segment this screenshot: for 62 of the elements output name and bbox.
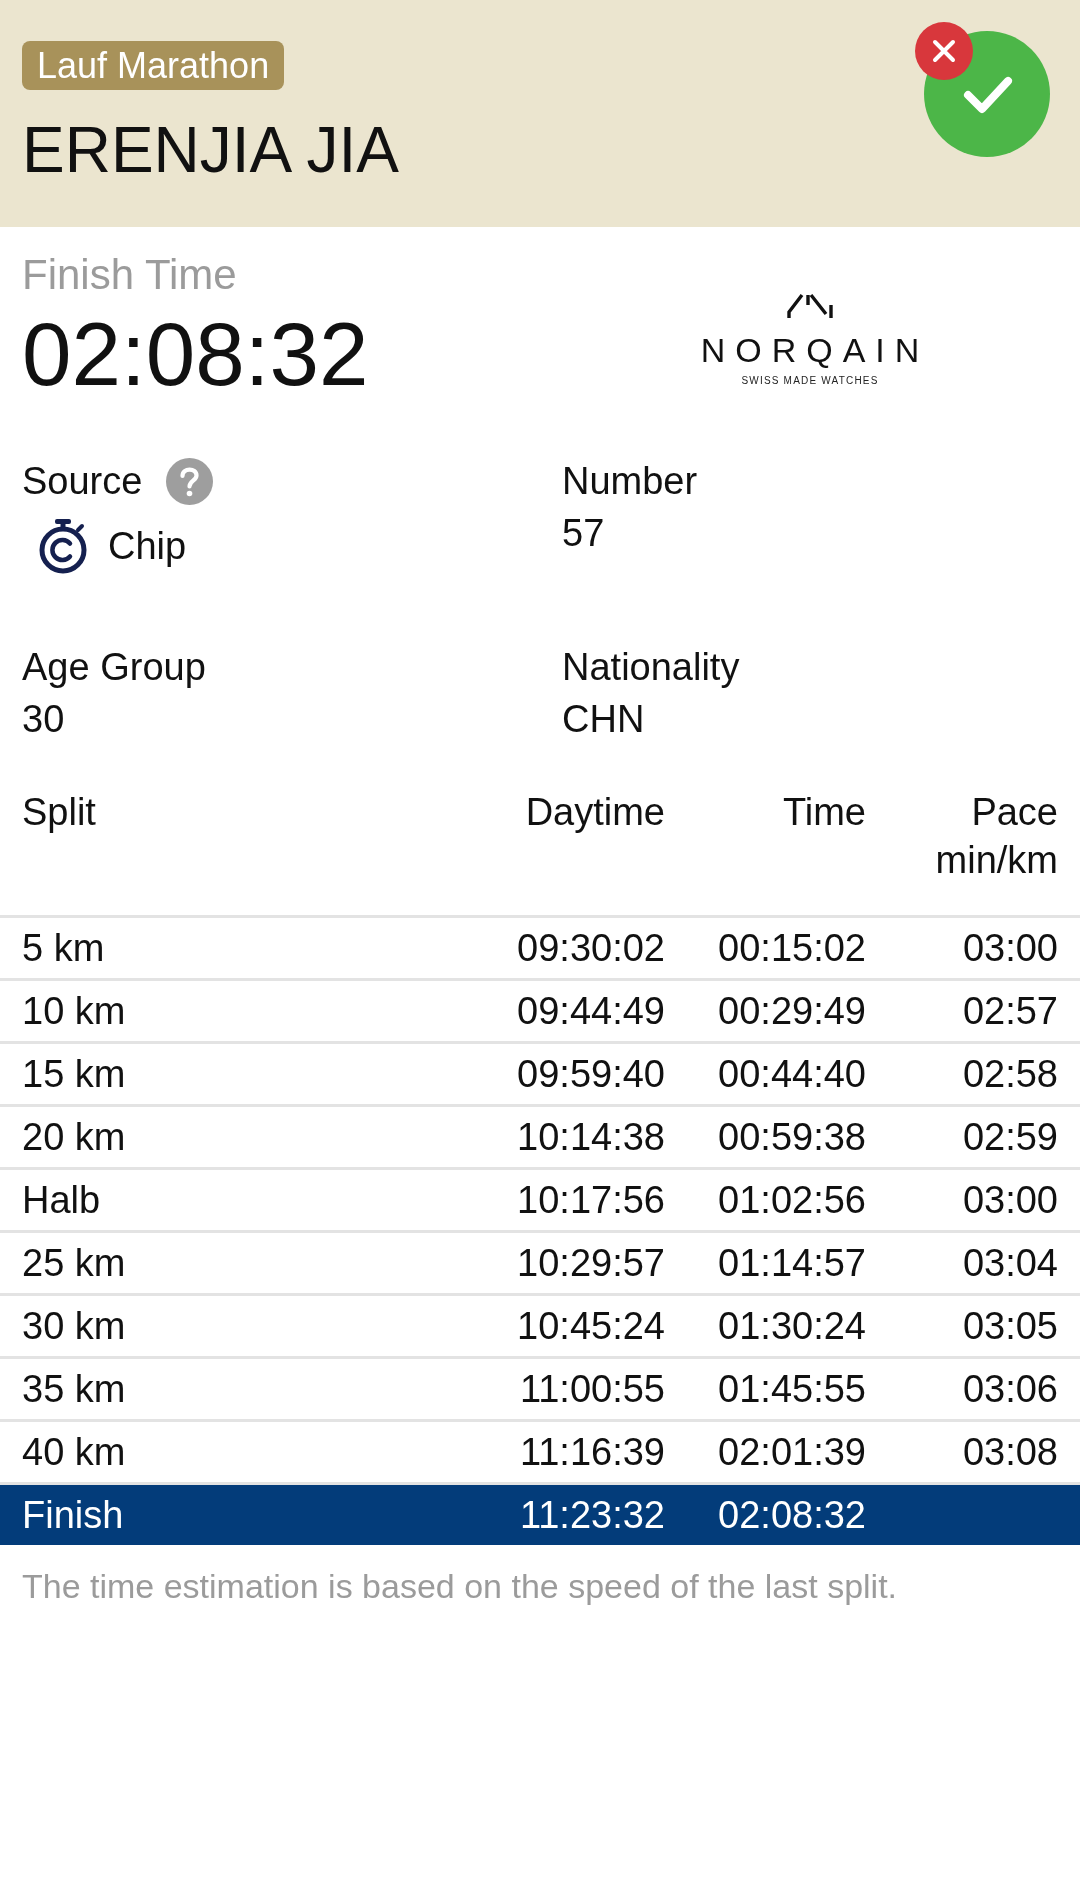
table-cell-text: 10 km: [22, 989, 127, 1034]
table-cell-text: 01:02:56: [717, 1178, 866, 1223]
table-cell-text: 35 km: [22, 1367, 127, 1412]
table-cell-text: 01:14:57: [717, 1241, 866, 1286]
table-cell-text: Finish: [22, 1493, 125, 1538]
table-cell-text: 11:00:55: [518, 1367, 665, 1412]
field-label: Nationality: [562, 645, 741, 690]
column-header: Split: [22, 790, 97, 835]
field-value: 57: [562, 511, 606, 556]
table-cell-text: 09:30:02: [516, 926, 665, 971]
table-cell-text: 03:04: [961, 1241, 1058, 1286]
column-header: Daytime: [524, 790, 665, 835]
field-label: Source: [22, 459, 143, 504]
table-cell-text: 01:30:24: [717, 1304, 866, 1349]
table-cell-text: 03:08: [961, 1430, 1058, 1475]
field-value: 30: [22, 697, 66, 742]
table-cell-text: 10:17:56: [516, 1178, 665, 1223]
table-cell-text: 11:16:39: [518, 1430, 665, 1475]
finish-time-label: Finish Time: [22, 250, 238, 300]
table-cell-text: 02:59: [961, 1115, 1058, 1160]
close-icon[interactable]: [915, 22, 973, 80]
help-icon[interactable]: [166, 457, 214, 505]
field-label: Number: [562, 459, 699, 504]
table-cell-text: 03:05: [961, 1304, 1058, 1349]
table-cell-text: 02:57: [961, 989, 1058, 1034]
stopwatch-icon: [38, 518, 88, 574]
table-cell-text: 40 km: [22, 1430, 127, 1475]
sponsor-tagline: SWISS MADE WATCHES: [741, 375, 879, 387]
table-cell-text: 15 km: [22, 1052, 127, 1097]
table-cell-text: 02:01:39: [717, 1430, 866, 1475]
table-cell-text: 25 km: [22, 1241, 127, 1286]
table-cell-text: 02:08:32: [717, 1493, 866, 1538]
table-cell-text: 03:00: [961, 1178, 1058, 1223]
table-cell-text: 03:00: [961, 926, 1058, 971]
table-cell-text: 02:58: [961, 1052, 1058, 1097]
field-value: CHN: [562, 697, 646, 742]
table-cell-text: 00:29:49: [717, 989, 866, 1034]
table-cell-text: 09:44:49: [516, 989, 665, 1034]
athlete-name: ERENJIA JIA: [22, 118, 399, 182]
table-cell-text: 20 km: [22, 1115, 127, 1160]
column-header: Time: [781, 790, 866, 835]
table-cell-text: Halb: [22, 1178, 102, 1223]
logo-mark-icon: [785, 293, 835, 319]
finish-time-value: 02:08:32: [22, 310, 370, 399]
table-cell-text: 09:59:40: [516, 1052, 665, 1097]
footnote-text: The time estimation is based on the speed of the last split.: [21, 1566, 899, 1607]
table-cell-text: 5 km: [22, 926, 106, 971]
table-cell-text: 10:45:24: [516, 1304, 665, 1349]
table-cell-text: 00:15:02: [717, 926, 866, 971]
table-cell-text: 00:59:38: [717, 1115, 866, 1160]
field-value: Chip: [108, 524, 187, 569]
event-tag: Lauf Marathon: [22, 41, 285, 90]
table-cell-text: 01:45:55: [717, 1367, 866, 1412]
table-cell-text: 10:14:38: [516, 1115, 665, 1160]
table-cell-text: 03:06: [961, 1367, 1058, 1412]
table-cell-text: 00:44:40: [717, 1052, 866, 1097]
table-cell-text: 10:29:57: [516, 1241, 665, 1286]
table-cell-text: 11:23:32: [518, 1493, 665, 1538]
column-header: Pace min/km: [934, 790, 1058, 883]
field-label: Age Group: [22, 645, 207, 690]
sponsor-logo-wordmark: NORQAIN: [700, 333, 930, 367]
table-cell-text: 30 km: [22, 1304, 127, 1349]
